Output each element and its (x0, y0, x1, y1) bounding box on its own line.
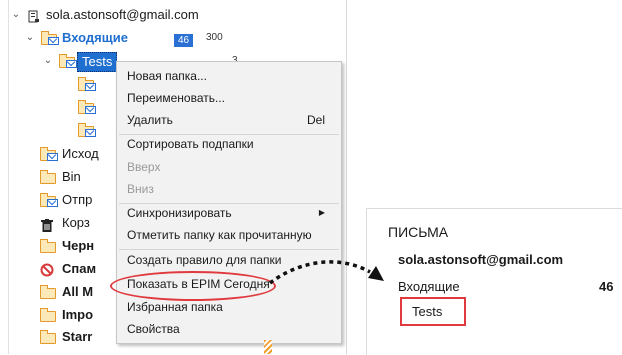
connector-arrow (268, 260, 384, 285)
pane-edge-decoration (264, 340, 272, 354)
